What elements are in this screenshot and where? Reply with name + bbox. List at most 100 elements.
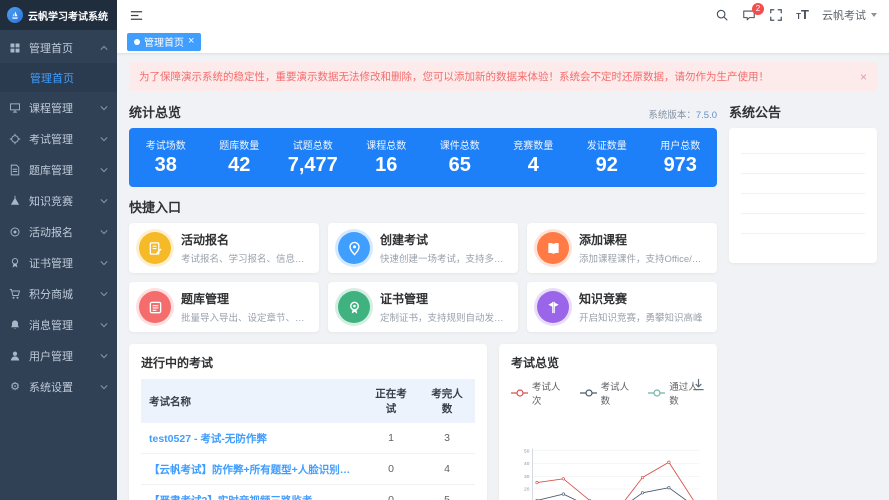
demo-alert-banner: 为了保障演示系统的稳定性，重要演示数据无法修改和删除，您可以添加新的数据来体验！… — [129, 62, 877, 91]
exam-link[interactable]: 【云帆考试】防作弊+所有题型+人脸识别进入考试 - 考试 — [141, 453, 363, 485]
badge-icon — [9, 257, 21, 269]
book-icon — [534, 229, 572, 267]
stat-item: 试题总数 7,477 — [276, 137, 350, 177]
stat-item: 课程总数 16 — [350, 137, 424, 177]
sidebar-item[interactable]: 课程管理 — [0, 92, 117, 123]
exam-link[interactable]: test0527 - 考试-无防作弊 — [141, 423, 363, 454]
menu-collapse-icon[interactable] — [129, 8, 144, 23]
sidebar-item[interactable]: 知识竞赛 — [0, 185, 117, 216]
legend-label: 考试人数 — [600, 382, 630, 407]
stat-label: 课件总数 — [439, 141, 480, 152]
quick-entry-card[interactable]: 添加课程 添加课程课件，支持Office/PDF/视频 — [527, 223, 717, 273]
stat-value: 42 — [228, 154, 251, 176]
quick-entry-card[interactable]: 题库管理 批量导入导出、设定章节、题目难易程度 — [129, 282, 319, 332]
announcement-link[interactable] — [741, 234, 865, 253]
exam-overview-title: 考试总览 — [511, 356, 560, 370]
svg-text:30: 30 — [524, 474, 530, 480]
sidebar-item[interactable]: 证书管理 — [0, 247, 117, 278]
app-window: 云帆学习考试系统 管理首页 管理首页 课程管理 考试管理 题库管理 知识竞赛 活… — [0, 0, 889, 500]
stat-label: 题库数量 — [219, 141, 260, 152]
tab-close-icon[interactable]: × — [188, 36, 194, 47]
sidebar-menu: 管理首页 管理首页 课程管理 考试管理 题库管理 知识竞赛 活动报名 证书管理 … — [0, 30, 117, 500]
stats-section-title: 统计总览 — [129, 105, 182, 120]
sidebar-subitem-admin-home[interactable]: 管理首页 — [0, 63, 117, 92]
caret-down-icon — [871, 13, 877, 17]
sidebar-item[interactable]: 消息管理 — [0, 309, 117, 340]
table-row: test0527 - 考试-无防作弊 1 3 — [141, 423, 475, 454]
sidebar-item[interactable]: 积分商城 — [0, 278, 117, 309]
quick-card-title: 创建考试 — [380, 233, 429, 247]
topbar: 2 云帆考试 — [117, 0, 889, 30]
fullscreen-icon[interactable] — [769, 8, 783, 22]
legend-item[interactable]: 考试人次 — [511, 379, 568, 407]
sidebar-item[interactable]: 考试管理 — [0, 123, 117, 154]
chevron-down-icon — [100, 259, 108, 267]
exam-link[interactable]: 【严肃考试2】实时音视频三路监考 — [141, 484, 363, 500]
doc-icon — [9, 164, 21, 176]
grid-icon — [9, 42, 21, 54]
legend-label: 考试人次 — [531, 382, 561, 407]
quick-entry-card[interactable]: 证书管理 定制证书，支持规则自动发放、人工颁发 — [328, 282, 518, 332]
quick-entry-grid: 活动报名 考试报名、学习报名、信息收集 创建考试 快速创建一场考试，支持多种选题… — [129, 223, 717, 332]
alert-close-icon[interactable]: × — [860, 70, 867, 84]
svg-text:50: 50 — [524, 448, 530, 454]
stat-label: 课程总数 — [366, 141, 407, 152]
quick-entry-title: 快捷入口 — [129, 200, 182, 215]
chevron-down-icon — [100, 104, 108, 112]
user-menu[interactable]: 云帆考试 — [822, 7, 877, 23]
announcement-link[interactable] — [741, 154, 865, 174]
sidebar-items: 课程管理 考试管理 题库管理 知识竞赛 活动报名 证书管理 积分商城 消息管理 … — [0, 92, 117, 402]
announcement-link[interactable] — [741, 194, 865, 214]
chevron-down-icon — [100, 228, 108, 236]
search-icon[interactable] — [715, 8, 729, 22]
announcement-link[interactable] — [741, 134, 865, 154]
announcement-link[interactable] — [741, 214, 865, 234]
sidebar-item[interactable]: 题库管理 — [0, 154, 117, 185]
announcements-card — [729, 128, 877, 263]
pin-icon — [335, 229, 373, 267]
quick-card-title: 添加课程 — [579, 233, 628, 247]
table-header-row: 考试名称 正在考试 考完人数 — [141, 379, 475, 423]
sailboat-logo-icon — [7, 7, 23, 23]
stat-value: 973 — [663, 154, 697, 176]
sidebar-item[interactable]: ⚙ 系统设置 — [0, 371, 117, 402]
quick-card-desc: 快速创建一场考试，支持多种选题方式 — [380, 254, 508, 265]
sidebar-item-admin-home[interactable]: 管理首页 — [0, 32, 117, 63]
sidebar-item[interactable]: 活动报名 — [0, 216, 117, 247]
quick-entry-card[interactable]: 创建考试 快速创建一场考试，支持多种选题方式 — [328, 223, 518, 273]
stat-label: 竞赛数量 — [513, 141, 554, 152]
chevron-up-icon — [100, 44, 108, 52]
exam-finished-count: 3 — [419, 423, 475, 454]
stat-label: 考试场数 — [145, 141, 186, 152]
cart-icon — [9, 288, 21, 300]
circle-icon — [9, 226, 21, 238]
main-area: 2 云帆考试 管理首页 × 为了保障演示系统的稳定性，重要演示 — [117, 0, 889, 500]
announcement-link[interactable] — [741, 174, 865, 194]
stat-label: 发证数量 — [586, 141, 627, 152]
sidebar: 云帆学习考试系统 管理首页 管理首页 课程管理 考试管理 题库管理 知识竞赛 活… — [0, 0, 117, 500]
download-icon[interactable] — [692, 378, 705, 391]
quick-card-title: 知识竞赛 — [579, 292, 628, 306]
stat-value: 16 — [375, 154, 398, 176]
exam-overview-chart: 1020304050 — [524, 448, 700, 500]
tabbar: 管理首页 × — [117, 30, 889, 54]
ongoing-exams-table: 考试名称 正在考试 考完人数 test0527 - 考试-无防作弊 1 3 【云… — [141, 379, 475, 500]
flags-icon — [534, 288, 572, 326]
quick-entry-card[interactable]: 知识竞赛 开启知识竞赛，勇攀知识高峰 — [527, 282, 717, 332]
exam-taking-count: 0 — [363, 484, 419, 500]
sidebar-item[interactable]: 用户管理 — [0, 340, 117, 371]
app-title: 云帆学习考试系统 — [28, 11, 108, 23]
tab-active-dot — [134, 38, 140, 45]
font-size-icon[interactable] — [796, 6, 809, 24]
tab-admin-home[interactable]: 管理首页 × — [127, 32, 202, 51]
list-icon — [136, 288, 174, 326]
message-icon[interactable]: 2 — [742, 3, 765, 22]
ongoing-exams-card: 进行中的考试 考试名称 正在考试 考完人数 test0527 - 考试-无防作弊… — [129, 344, 487, 500]
stat-value: 38 — [154, 154, 177, 176]
quick-card-desc: 定制证书，支持规则自动发放、人工颁发 — [380, 313, 508, 324]
gear-icon: ⚙ — [10, 380, 20, 393]
quick-entry-card[interactable]: 活动报名 考试报名、学习报名、信息收集 — [129, 223, 319, 273]
page-content: 为了保障演示系统的稳定性，重要演示数据无法修改和删除，您可以添加新的数据来体验！… — [117, 54, 889, 500]
legend-item[interactable]: 考试人数 — [579, 379, 637, 407]
stat-value: 92 — [595, 154, 618, 176]
